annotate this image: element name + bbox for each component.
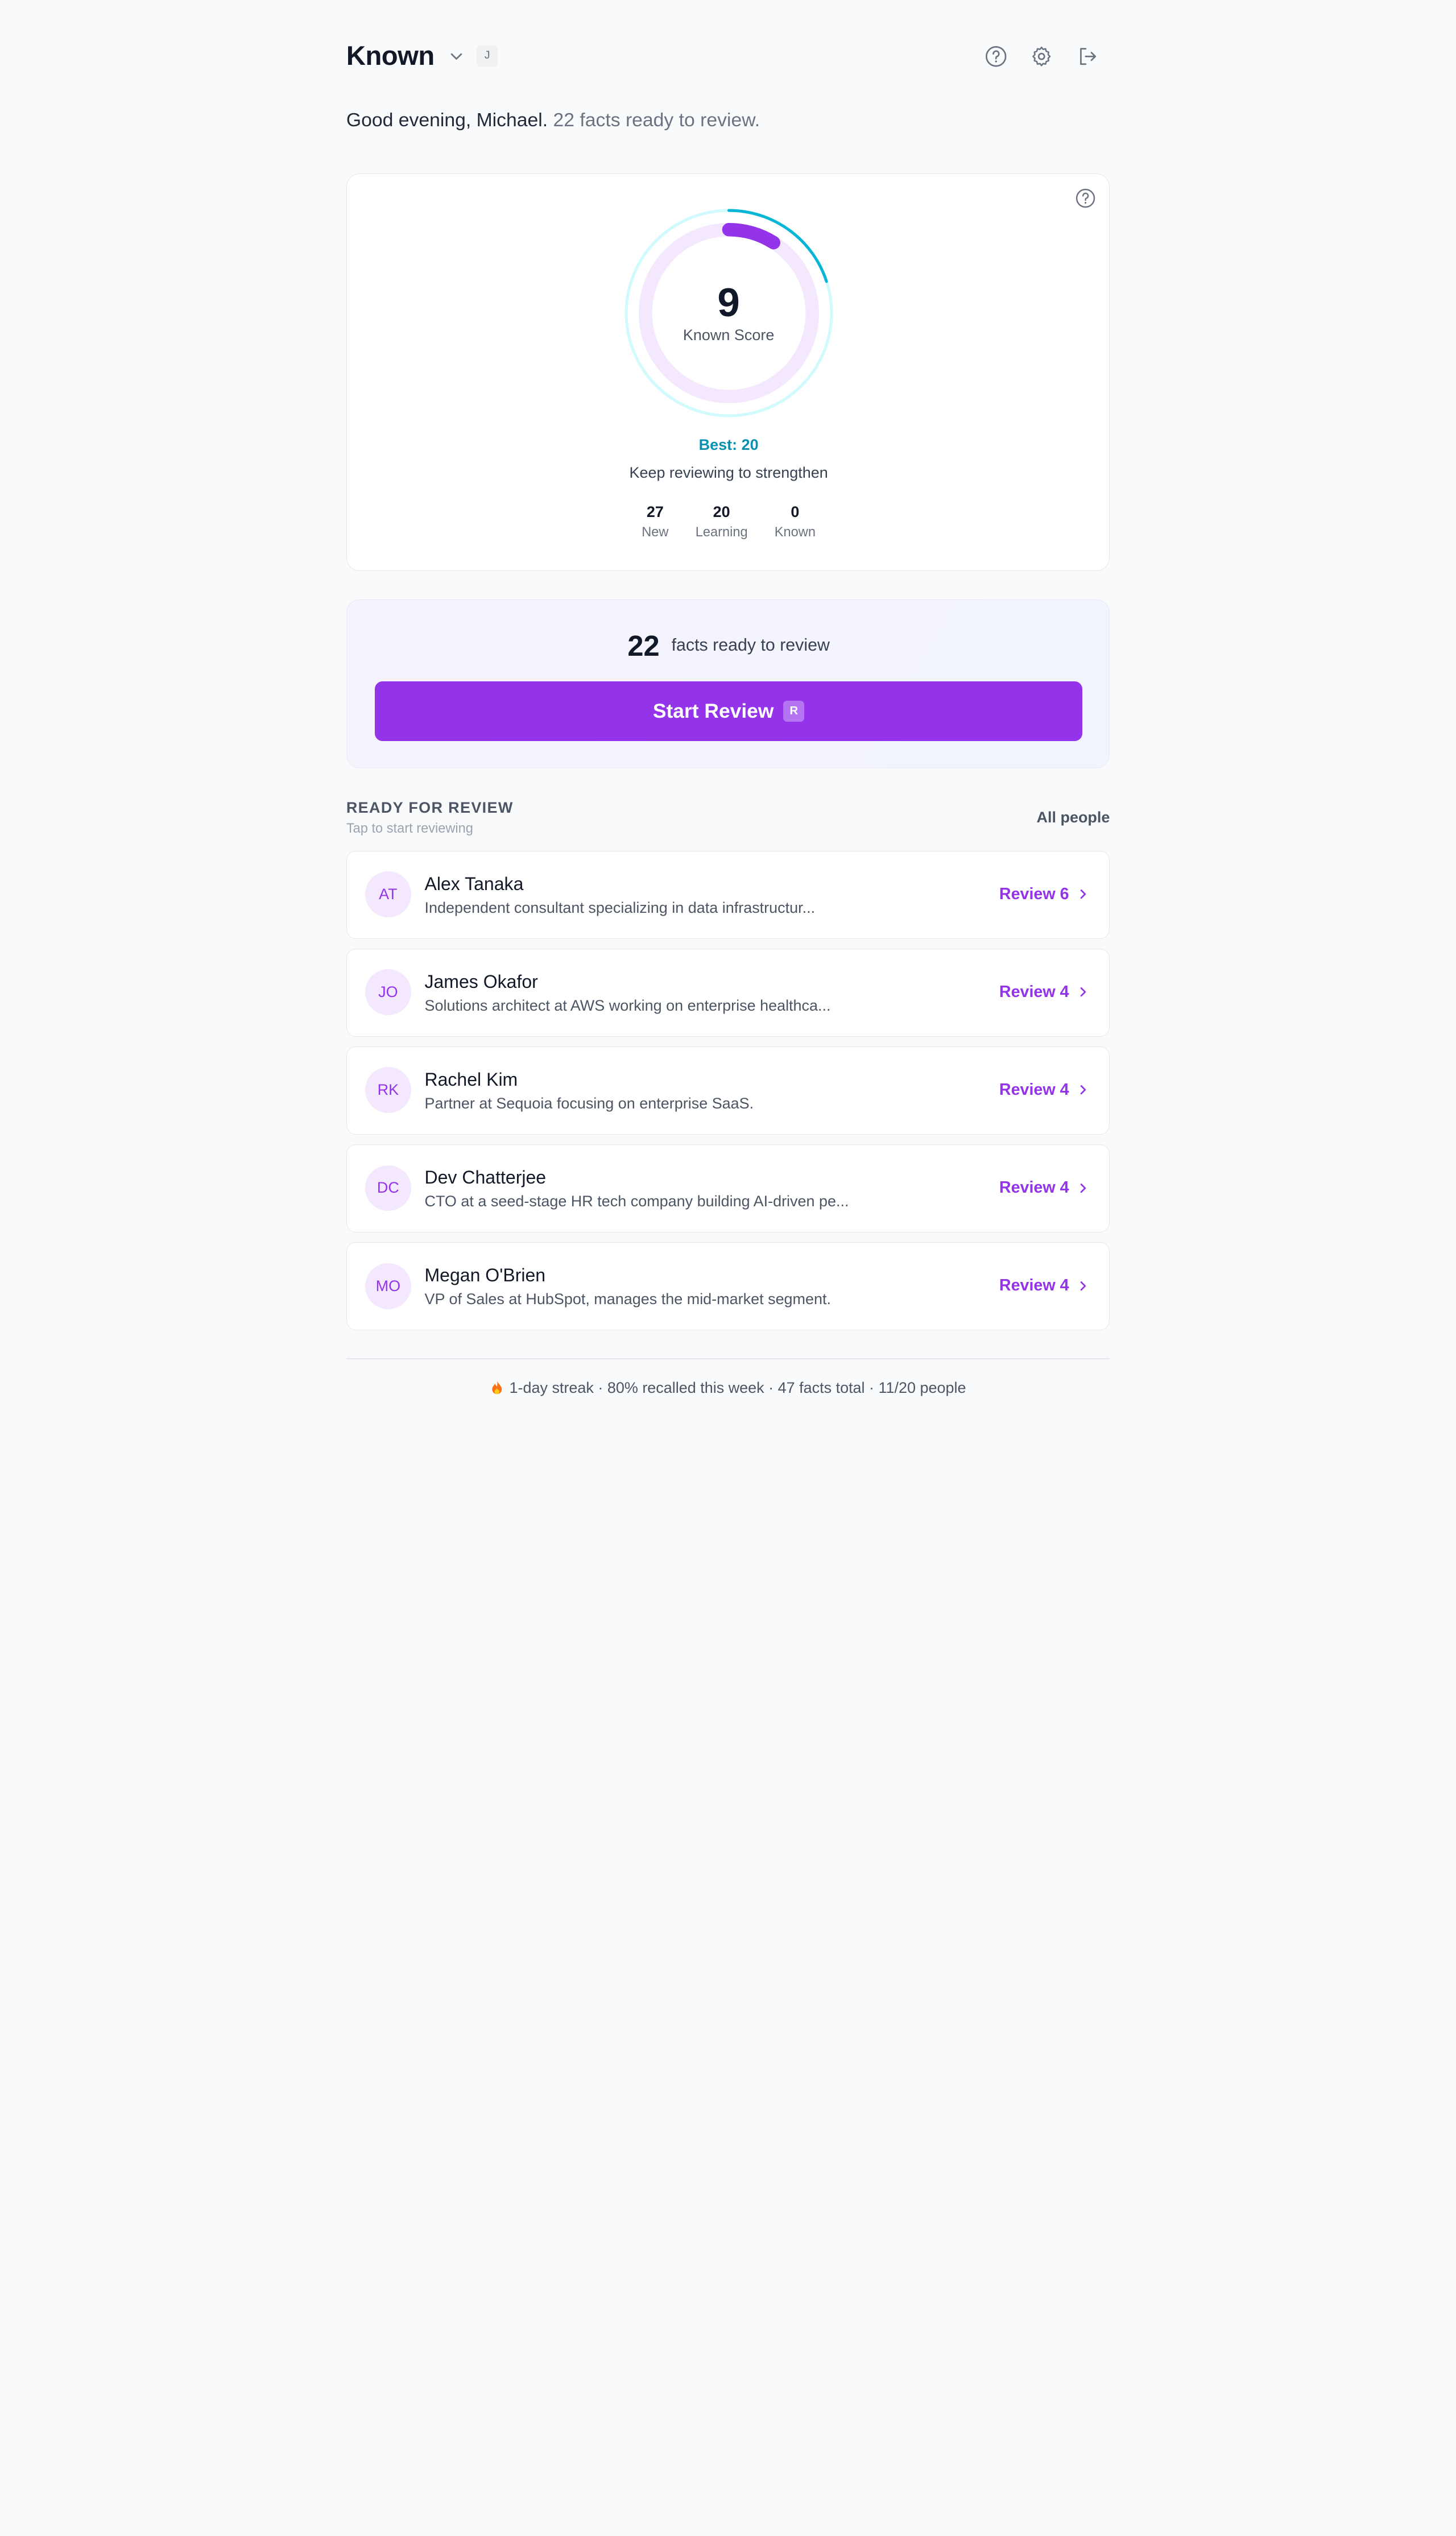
person-name: Alex Tanaka <box>424 873 524 894</box>
stat-known: 0 Known <box>775 503 816 540</box>
stat-learning: 20 Learning <box>696 503 748 540</box>
greeting-status: 22 facts ready to review. <box>553 109 760 131</box>
help-circle-icon[interactable] <box>1075 188 1096 209</box>
person-name: Rachel Kim <box>424 1069 518 1090</box>
gear-icon[interactable] <box>1029 44 1054 69</box>
all-people-link[interactable]: All people <box>1037 809 1110 826</box>
person-description: Independent consultant specializing in d… <box>424 899 816 917</box>
score-label: Known Score <box>682 326 775 344</box>
section-title: READY FOR REVIEW <box>346 799 514 816</box>
chevron-right-icon <box>1081 1085 1086 1095</box>
review-label: Review 4 <box>999 1178 1069 1197</box>
list-item[interactable]: AT Alex Tanaka Independent consultant sp… <box>346 851 1110 940</box>
score-card: 9 Known Score Best: 20 Keep reviewing to… <box>346 173 1111 571</box>
divider <box>346 1358 1110 1359</box>
greeting-text: Good evening, Michael. <box>346 109 548 131</box>
help-circle-icon[interactable] <box>983 44 1008 69</box>
stats-row: 27 New 20 Learning 0 Known <box>347 503 1111 540</box>
review-label: Review 6 <box>999 885 1069 904</box>
start-review-label: Start Review <box>652 700 774 723</box>
footer-text: 1-day streak · 80% recalled this week · … <box>509 1379 966 1397</box>
person-description: Solutions architect at AWS working on en… <box>424 997 831 1015</box>
person-description: Partner at Sequoia focusing on enterpris… <box>424 1095 754 1112</box>
stat-label: New <box>642 524 669 540</box>
stat-value: 0 <box>791 503 800 520</box>
logout-icon[interactable] <box>1076 44 1101 69</box>
person-description: CTO at a seed-stage HR tech company buil… <box>424 1193 849 1210</box>
start-review-button[interactable]: Start Review R <box>374 681 1083 742</box>
score-value: 9 <box>717 280 740 325</box>
brand: Known J <box>346 40 498 72</box>
chevron-down-icon[interactable] <box>448 47 465 64</box>
stat-new: 27 New <box>642 503 668 540</box>
stat-label: Known <box>774 524 816 540</box>
avatar: DC <box>365 1165 411 1211</box>
review-link[interactable]: Review 4 <box>999 1178 1088 1197</box>
review-label: Review 4 <box>999 983 1069 1002</box>
avatar: AT <box>365 871 411 918</box>
avatar: JO <box>365 969 411 1016</box>
review-label: Review 4 <box>999 1276 1069 1295</box>
shortcut-badge: J <box>476 45 498 67</box>
header-actions <box>983 44 1101 69</box>
greeting: Good evening, Michael. 22 facts ready to… <box>346 109 760 131</box>
chevron-right-icon <box>1081 1281 1086 1290</box>
person-name: Megan O'Brien <box>424 1264 546 1285</box>
review-link[interactable]: Review 4 <box>999 1081 1088 1099</box>
list-item[interactable]: JO James Okafor Solutions architect at A… <box>346 949 1110 1037</box>
review-count-text: facts ready to review <box>671 636 830 655</box>
review-count: 22 <box>627 629 660 662</box>
stat-value: 20 <box>713 503 730 520</box>
person-name: James Okafor <box>424 971 538 992</box>
list-item[interactable]: MO Megan O'Brien VP of Sales at HubSpot,… <box>346 1242 1110 1331</box>
review-link[interactable]: Review 4 <box>999 983 1088 1002</box>
review-count-line: 22 facts ready to review <box>347 629 1111 663</box>
score-message: Keep reviewing to strengthen <box>629 464 828 481</box>
review-label: Review 4 <box>999 1081 1069 1099</box>
list-item[interactable]: DC Dev Chatterjee CTO at a seed-stage HR… <box>346 1144 1110 1233</box>
avatar: RK <box>365 1067 411 1114</box>
chevron-right-icon <box>1081 987 1086 997</box>
avatar: MO <box>365 1263 411 1309</box>
brand-title: Known <box>346 40 435 71</box>
person-name: Dev Chatterjee <box>424 1166 547 1188</box>
section-subtitle: Tap to start reviewing <box>346 821 473 836</box>
stat-value: 27 <box>646 503 664 520</box>
stat-label: Learning <box>695 524 748 540</box>
person-description: VP of Sales at HubSpot, manages the mid-… <box>424 1290 832 1308</box>
review-panel: 22 facts ready to review Start Review R <box>346 599 1110 768</box>
list-item[interactable]: RK Rachel Kim Partner at Sequoia focusin… <box>346 1046 1110 1135</box>
flame-icon <box>492 1380 502 1394</box>
chevron-right-icon <box>1081 1183 1086 1193</box>
footer-stats: 1-day streak · 80% recalled this week · … <box>346 1379 1110 1397</box>
review-link[interactable]: Review 6 <box>999 885 1088 904</box>
best-score: Best: 20 <box>698 436 759 453</box>
review-link[interactable]: Review 4 <box>999 1276 1088 1295</box>
page: Known J Good evening, Michael. 22 facts … <box>0 0 1456 1504</box>
shortcut-badge: R <box>783 701 805 722</box>
header: Known J <box>346 38 1110 76</box>
chevron-right-icon <box>1081 890 1086 899</box>
